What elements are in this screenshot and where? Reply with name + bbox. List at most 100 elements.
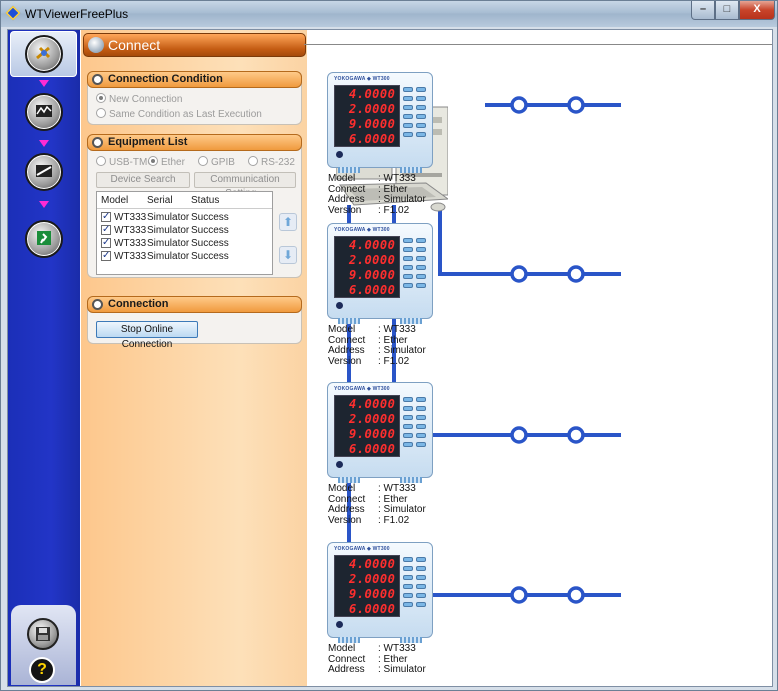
nav-connect-button[interactable] — [25, 35, 63, 73]
move-down-button[interactable]: ⬇ — [279, 246, 297, 264]
nav-exit-button[interactable] — [25, 220, 63, 258]
group-bullet-icon — [92, 137, 103, 148]
minimize-button[interactable]: – — [691, 1, 715, 20]
device-info-value: : Ether — [378, 183, 408, 195]
cell-serial: Simulator — [147, 225, 190, 236]
device-key — [416, 424, 426, 429]
column-header-status: Status — [191, 195, 220, 206]
connector-node — [567, 265, 585, 283]
display-reading: 6.0000 — [349, 602, 396, 616]
nav-measure-button[interactable] — [25, 153, 63, 191]
device-key — [403, 96, 413, 101]
nav-setup-button[interactable] — [25, 93, 63, 131]
radio-usb-tmc[interactable]: USB-TMC — [96, 156, 155, 170]
device-key — [403, 105, 413, 110]
radio-gpib[interactable]: GPIB — [198, 156, 235, 170]
device-key — [403, 566, 413, 571]
device-info-value: : F1.02 — [378, 355, 410, 367]
device-info-label: Version — [328, 355, 362, 367]
display-reading: 2.0000 — [349, 253, 396, 267]
table-row[interactable]: WT333SimulatorSuccess — [101, 249, 271, 263]
device-info-row: Address: Simulator — [328, 194, 426, 206]
connect-icon — [36, 46, 51, 60]
arrow-down-icon: ⬇ — [282, 248, 294, 262]
device-display: 4.0000 2.0000 9.0000 6.0000 — [334, 395, 400, 457]
device-key — [403, 575, 413, 580]
power-meter-device[interactable]: YOKOGAWA ◆ WT300 4.0000 2.0000 9.0000 6.0000 — [327, 72, 433, 173]
connector-node — [567, 586, 585, 604]
device-key — [403, 424, 413, 429]
stop-online-connection-button[interactable]: Stop Online Connection — [96, 321, 198, 350]
radio-rs232[interactable]: RS-232 — [248, 156, 295, 170]
device-info-row: Version: F1.02 — [328, 205, 426, 217]
device-key — [416, 105, 426, 110]
header-divider — [304, 44, 772, 45]
maximize-button[interactable]: □ — [715, 1, 739, 20]
device-info-row: Model: WT333 — [328, 483, 426, 495]
device-info-label: Version — [328, 514, 362, 526]
group-bullet-icon — [92, 299, 103, 310]
device-key — [416, 114, 426, 119]
power-meter-device[interactable]: YOKOGAWA ◆ WT300 4.0000 2.0000 9.0000 6.0000 — [327, 223, 433, 324]
device-info-row: Model: WT333 — [328, 643, 426, 655]
display-reading: 6.0000 — [349, 132, 396, 146]
cell-serial: Simulator — [147, 238, 190, 249]
device-info-row: Version: F1.02 — [328, 514, 426, 527]
device-key — [403, 584, 413, 589]
device-info: Model: WT333 Connect: Ether Address: Simul… — [328, 483, 426, 527]
device-key — [403, 274, 413, 279]
device-info-value: : WT333 — [378, 173, 416, 184]
device-key — [416, 247, 426, 252]
device-info-value: : WT333 — [378, 324, 416, 335]
radio-same-condition[interactable]: Same Condition as Last Execution — [96, 108, 262, 122]
exit-icon — [37, 231, 51, 245]
device-keypad — [403, 238, 429, 294]
close-button[interactable]: X — [739, 1, 775, 20]
device-key — [416, 433, 426, 438]
device-info-row: Address: Simulator — [328, 504, 426, 516]
device-info-value: : Simulator — [378, 504, 426, 515]
table-row[interactable]: WT333SimulatorSuccess — [101, 223, 271, 237]
device-key — [416, 87, 426, 92]
device-info-label: Address — [328, 664, 365, 675]
radio-icon — [248, 156, 258, 166]
device-key — [403, 433, 413, 438]
cell-model: WT333 — [114, 251, 147, 262]
row-checkbox[interactable] — [101, 236, 111, 249]
table-row[interactable]: WT333SimulatorSuccess — [101, 236, 271, 250]
row-checkbox[interactable] — [101, 210, 111, 223]
table-row[interactable]: WT333SimulatorSuccess — [101, 210, 271, 224]
move-up-button[interactable]: ⬆ — [279, 213, 297, 231]
connection-group: Connection Stop Online Connection — [87, 296, 302, 350]
row-checkbox[interactable] — [101, 223, 111, 236]
device-info-value: : Ether — [378, 653, 408, 665]
device-key — [416, 406, 426, 411]
connector-node — [510, 265, 528, 283]
radio-label: Same Condition as Last Execution — [109, 109, 262, 120]
help-button[interactable]: ? — [29, 657, 55, 683]
settings-panel — [81, 30, 307, 686]
group-title-text: Connection Condition — [108, 73, 223, 85]
device-keypad — [403, 397, 429, 453]
power-button-icon — [336, 621, 343, 628]
column-header-serial: Serial — [147, 195, 173, 206]
device-key — [403, 415, 413, 420]
device-key — [403, 265, 413, 270]
radio-label: GPIB — [211, 157, 235, 168]
power-meter-device[interactable]: YOKOGAWA ◆ WT300 4.0000 2.0000 9.0000 6.0000 — [327, 542, 433, 643]
device-key — [416, 415, 426, 420]
device-key — [403, 132, 413, 137]
equipment-table: Model Serial Status WT333SimulatorSucces… — [96, 191, 273, 275]
device-key — [403, 593, 413, 598]
power-meter-device[interactable]: YOKOGAWA ◆ WT300 4.0000 2.0000 9.0000 6.0000 — [327, 382, 433, 483]
radio-ether[interactable]: Ether — [148, 156, 185, 170]
device-search-button[interactable]: Device Search — [96, 172, 190, 188]
save-button[interactable] — [27, 618, 59, 650]
device-info-row: Address: Simulator — [328, 345, 426, 357]
step-navigation: ? — [8, 30, 80, 686]
step-arrow-icon — [39, 140, 49, 147]
communication-setting-button[interactable]: Communication Setting... — [194, 172, 296, 199]
row-checkbox[interactable] — [101, 249, 111, 262]
device-key — [416, 575, 426, 580]
radio-new-connection[interactable]: New Connection — [96, 93, 182, 107]
